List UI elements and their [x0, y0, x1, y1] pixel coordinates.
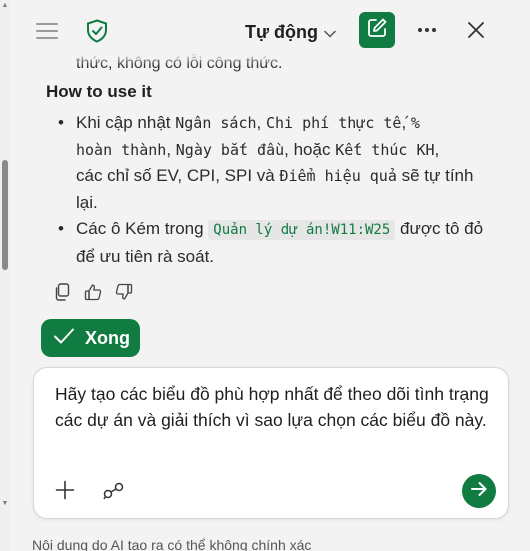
field-end-plan: Kết thúc KH — [335, 140, 435, 159]
scrollbar[interactable]: ▲ ▼ — [0, 0, 10, 551]
thumbs-up-icon[interactable] — [83, 282, 103, 302]
send-icon — [470, 481, 488, 502]
mode-label: Tự động — [245, 21, 319, 42]
thumbs-down-icon[interactable] — [114, 282, 134, 302]
section-title: How to use it — [46, 82, 152, 101]
bullet-text: , — [166, 139, 176, 159]
close-icon[interactable] — [464, 18, 488, 42]
list-item: Khi cập nhật Ngân sách, Chi phí thực tế,… — [56, 110, 486, 216]
chat-composer[interactable]: Hãy tạo các biểu đồ phù hợp nhất để theo… — [33, 367, 509, 519]
field-start-date: Ngày bắt đầu — [175, 140, 285, 159]
feedback-bar — [52, 282, 134, 302]
bullet-text: , hoặc — [284, 139, 336, 159]
list-item: Các ô Kém trong Quản lý dự án!W11:W25 đư… — [56, 216, 486, 270]
new-chat-button[interactable] — [359, 12, 395, 48]
plus-icon[interactable] — [54, 479, 76, 501]
copilot-pane: ▲ ▼ thức, không có lỗi công thức. Tự độn… — [0, 0, 530, 551]
done-label: Xong — [85, 327, 130, 348]
bullet-text: các chỉ số EV, CPI, SPI và — [76, 166, 280, 185]
scroll-up-arrow[interactable]: ▲ — [1, 2, 9, 10]
field-completed: hoàn thành — [76, 140, 167, 159]
ai-disclaimer: Nội dung do AI tạo ra có thể không chính… — [32, 537, 312, 551]
more-icon[interactable] — [415, 18, 439, 42]
checkmark-icon — [53, 327, 75, 350]
bullet-text: , — [434, 139, 440, 159]
usage-list: Khi cập nhật Ngân sách, Chi phí thực tế,… — [56, 110, 486, 270]
prompts-icon[interactable] — [102, 480, 126, 502]
field-percent: % — [410, 114, 420, 132]
menu-icon[interactable] — [34, 18, 60, 44]
bullet-text: , — [256, 113, 266, 132]
field-score: Điểm hiệu quả — [279, 167, 397, 185]
mode-dropdown[interactable]: Tự động — [245, 19, 336, 45]
prompt-input[interactable]: Hãy tạo các biểu đồ phù hợp nhất để theo… — [55, 381, 495, 433]
copy-icon[interactable] — [52, 282, 72, 302]
bullet-text: Khi cập nhật — [76, 113, 176, 132]
field-actual-cost: Chi phí thực tế — [265, 114, 402, 132]
done-button[interactable]: Xong — [41, 319, 140, 357]
bullet-text: , — [401, 113, 411, 132]
range-reference: Quản lý dự án!W11:W25 — [208, 220, 396, 240]
scroll-down-arrow[interactable]: ▼ — [1, 500, 9, 508]
send-button[interactable] — [462, 474, 496, 508]
new-chat-icon — [366, 17, 388, 44]
field-budget: Ngân sách — [175, 114, 257, 132]
bullet-text: Các ô Kém trong — [76, 219, 209, 238]
shield-check-icon[interactable] — [84, 17, 110, 45]
scrollbar-thumb[interactable] — [2, 160, 8, 270]
chevron-down-icon — [324, 22, 336, 43]
